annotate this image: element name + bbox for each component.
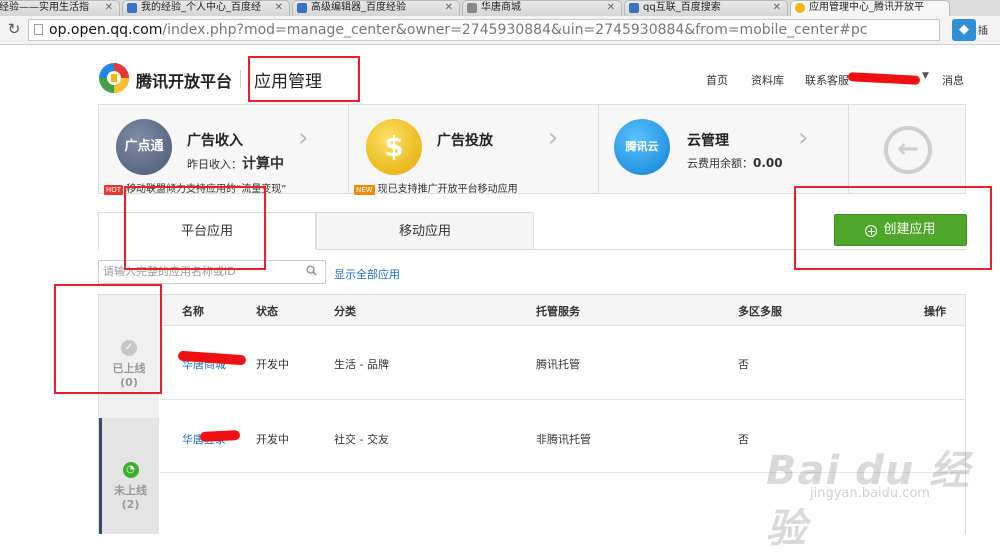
card-sub: 昨日收入：计算中 (187, 156, 284, 172)
dropdown-arrow-icon[interactable]: ▼ (922, 71, 929, 81)
watermark-url: jingyan.baidu.com (810, 486, 930, 501)
nav-docs-link[interactable]: 资料库 (751, 72, 784, 88)
show-all-apps-link[interactable]: 显示全部应用 (334, 266, 400, 282)
address-bar[interactable]: op.open.qq.com/index.php?mod=manage_cent… (28, 19, 940, 41)
hot-badge: HOT (104, 185, 124, 195)
browser-tab[interactable]: 高级编辑器_百度经验 ✕ (292, 0, 460, 16)
browser-tab[interactable]: qq互联_百度搜索 ✕ (624, 0, 788, 16)
nav-home-link[interactable]: 首页 (706, 72, 728, 88)
card-notice[interactable]: NEW 现已支持推广开放平台移动应用 (354, 180, 518, 195)
redacted-username[interactable] (847, 72, 921, 85)
app-hosting: 非腾讯托管 (536, 433, 591, 446)
browser-tab[interactable]: 华唐商城 ✕ (462, 0, 622, 16)
app-category: 社交 - 交友 (334, 433, 389, 446)
col-actions: 操作 (924, 305, 946, 318)
browser-tab[interactable]: 我的经验_个人中心_百度经 ✕ (122, 0, 290, 16)
browser-tab-bar: 经验——实用生活指 ✕ 我的经验_个人中心_百度经 ✕ 高级编辑器_百度经验 ✕… (0, 0, 1000, 17)
chevron-right-icon[interactable]: › (548, 125, 558, 151)
nav-messages-link[interactable]: 消息 (942, 72, 964, 88)
page-favicon-icon (297, 3, 307, 13)
browser-tab-active[interactable]: 应用管理中心_腾讯开放平 (790, 0, 950, 16)
app-status: 开发中 (256, 358, 289, 371)
extension-label: 插 (978, 26, 988, 37)
col-name: 名称 (182, 305, 204, 318)
card-divider (848, 104, 849, 194)
dollar-coin-icon: $ (366, 119, 422, 175)
qq-favicon-icon (795, 3, 805, 13)
sidebar-item-offline[interactable]: ◔ 未上线 (2) (99, 418, 159, 534)
app-multi-zone: 否 (738, 358, 749, 371)
nav-support-link[interactable]: 联系客服 (805, 72, 849, 88)
page-icon (34, 24, 43, 35)
app-status: 开发中 (256, 433, 289, 446)
url-path: /index.php?mod=manage_center&owner=27459… (162, 22, 868, 38)
card-title: 广告投放 (437, 133, 493, 149)
close-icon[interactable]: ✕ (773, 1, 781, 15)
app-multi-zone: 否 (738, 433, 749, 446)
app-category: 生活 - 品牌 (334, 358, 389, 371)
close-icon[interactable]: ✕ (275, 1, 283, 15)
annotation-box-title (248, 56, 360, 102)
close-icon[interactable]: ✕ (607, 1, 615, 15)
reload-icon[interactable]: ↻ (6, 20, 22, 38)
arrow-left-circle-icon[interactable]: ← (884, 126, 932, 174)
col-multi-zone: 多区多服 (738, 305, 782, 318)
annotation-box-platform-tab (124, 186, 266, 270)
url-host: op.open.qq.com (49, 22, 163, 38)
card-title: 广告收入 (187, 133, 243, 149)
redaction-scribble (199, 429, 241, 443)
card-title: 云管理 (687, 133, 729, 149)
platform-logo-text[interactable]: 腾讯开放平台 (136, 68, 232, 92)
guangdiantong-icon: 广点通 (116, 119, 172, 175)
tencent-cloud-icon: 腾讯云 (614, 119, 670, 175)
col-status: 状态 (256, 305, 278, 318)
close-icon[interactable]: ✕ (445, 1, 453, 15)
page-favicon-icon (629, 3, 639, 13)
search-icon[interactable] (306, 265, 317, 276)
clock-circle-icon: ◔ (122, 462, 139, 478)
app-hosting: 腾讯托管 (536, 358, 580, 371)
loading-icon (467, 3, 477, 13)
new-badge: NEW (354, 185, 375, 195)
annotation-box-sidebar (54, 284, 162, 394)
extension-icon[interactable]: ◆ (952, 19, 976, 41)
annotation-box-create-button (794, 186, 992, 270)
chevron-right-icon[interactable]: › (298, 125, 308, 151)
col-category: 分类 (334, 305, 356, 318)
header-divider (240, 70, 241, 88)
tencent-open-logo-icon[interactable] (98, 62, 130, 94)
card-sub: 云费用余额：0.00 (687, 156, 783, 170)
chevron-right-icon[interactable]: › (798, 125, 808, 151)
col-hosting: 托管服务 (536, 305, 580, 318)
browser-tab[interactable]: 经验——实用生活指 ✕ (0, 0, 120, 16)
page-favicon-icon (127, 3, 137, 13)
tab-mobile-apps[interactable]: 移动应用 (316, 212, 534, 250)
close-icon[interactable]: ✕ (105, 1, 113, 15)
